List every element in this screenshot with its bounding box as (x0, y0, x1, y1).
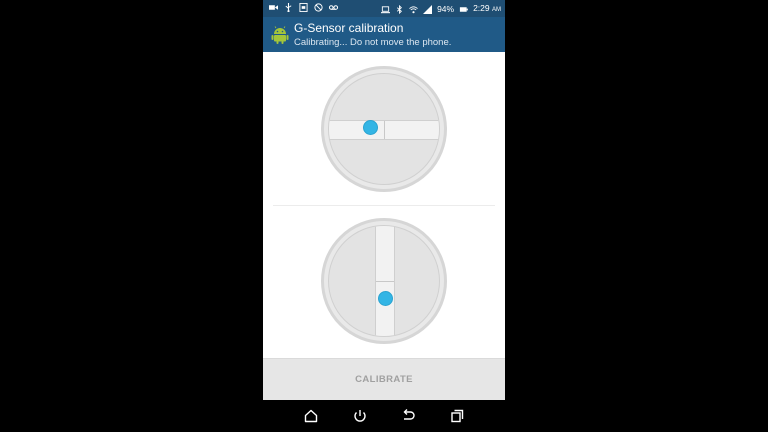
section-divider (273, 205, 495, 206)
horizontal-level-bubble (363, 120, 378, 135)
battery-percent: 94% (437, 4, 455, 14)
voicemail-icon (329, 5, 338, 10)
clock-time: 2:29 (473, 3, 490, 13)
power-icon[interactable] (352, 408, 368, 424)
bluetooth-icon (397, 4, 403, 14)
status-bar: 94% 2:29 AM (263, 0, 505, 17)
navigation-bar (263, 400, 505, 432)
vertical-level-dial (321, 218, 447, 344)
usb-icon (285, 3, 292, 12)
sim-icon (299, 3, 308, 12)
app-bar: G-Sensor calibration Calibrating... Do n… (263, 17, 505, 52)
horizontal-level-bar (329, 120, 439, 140)
app-title: G-Sensor calibration (294, 21, 404, 35)
status-icons-left (269, 3, 338, 12)
home-icon[interactable] (303, 408, 319, 424)
vertical-level-bar (375, 226, 395, 336)
phone-screen: 94% 2:29 AM G-Sensor calibration Calibra… (263, 0, 505, 432)
laptop-icon (381, 5, 391, 13)
signal-icon (423, 4, 433, 14)
horizontal-level-dial (321, 66, 447, 192)
level-center-mark (376, 281, 394, 282)
android-icon (271, 26, 289, 44)
status-time: 2:29 AM (473, 3, 501, 15)
dial-face (328, 225, 440, 337)
back-icon[interactable] (400, 408, 416, 424)
app-subtitle: Calibrating... Do not move the phone. (294, 37, 452, 48)
no-sound-icon (314, 3, 323, 12)
recent-apps-icon[interactable] (449, 408, 465, 424)
video-camera-icon (269, 5, 278, 10)
calibrate-button[interactable]: CALIBRATE (263, 358, 505, 400)
status-icons-right: 94% 2:29 AM (381, 3, 501, 15)
calibration-area (263, 52, 505, 358)
battery-icon (459, 6, 468, 12)
vertical-level-bubble (378, 291, 393, 306)
wifi-icon (409, 5, 418, 13)
clock-ampm: AM (492, 7, 501, 13)
level-center-mark (384, 121, 385, 139)
dial-face (328, 73, 440, 185)
